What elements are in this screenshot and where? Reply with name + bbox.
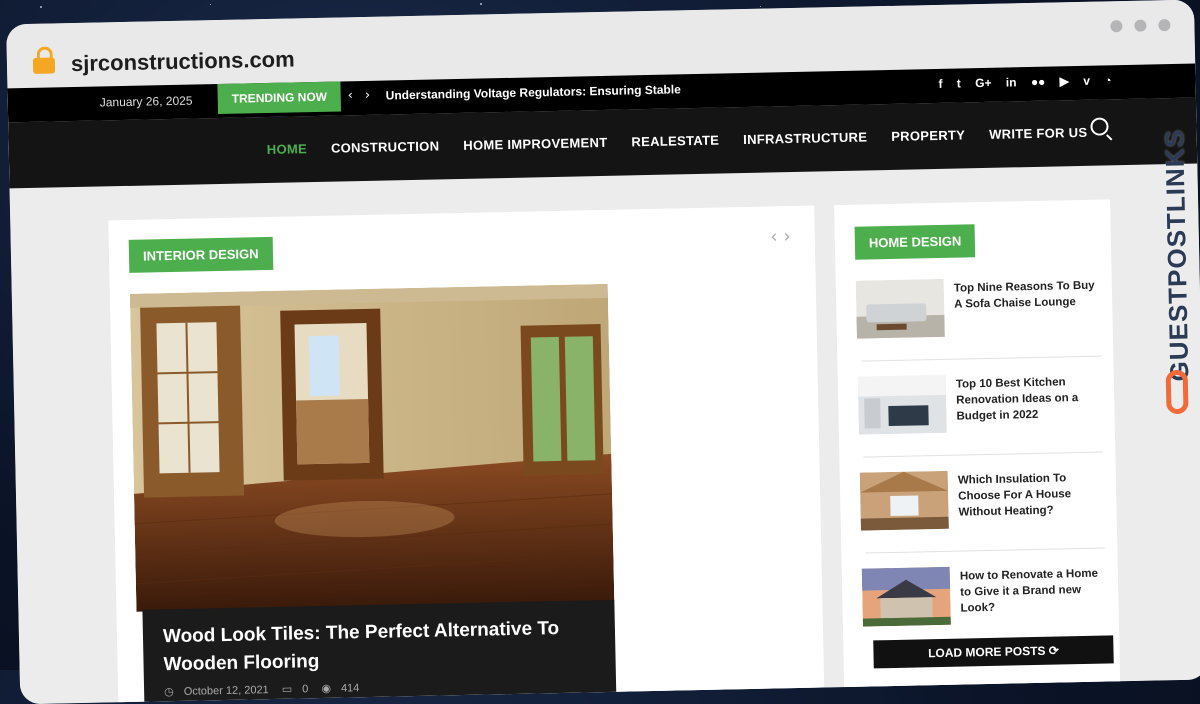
- flickr-icon[interactable]: ●●: [1031, 75, 1046, 89]
- chevron-right-icon[interactable]: ›: [365, 88, 383, 103]
- window-controls: [1098, 16, 1171, 37]
- nav-item-infrastructure[interactable]: INFRASTRUCTURE: [743, 129, 867, 147]
- nav-item-property[interactable]: PROPERTY: [891, 127, 965, 144]
- eye-icon: ◉: [321, 682, 332, 695]
- window-dot[interactable]: [1110, 20, 1123, 33]
- nav-item-construction[interactable]: CONSTRUCTION: [331, 138, 440, 155]
- watermark: GUESTPOSTLINKS: [1156, 122, 1196, 423]
- chevron-left-icon[interactable]: ‹: [348, 88, 366, 103]
- post-thumbnail[interactable]: [855, 278, 945, 339]
- post-title[interactable]: Which Insulation To Choose For A House W…: [958, 470, 1105, 521]
- comment-count: 0: [302, 683, 309, 696]
- current-date: January 26, 2025: [99, 93, 193, 110]
- trending-ticker[interactable]: Understanding Voltage Regulators: Ensuri…: [386, 82, 682, 102]
- list-item[interactable]: Top 10 Best Kitchen Renovation Ideas on …: [857, 372, 1103, 457]
- window-dot[interactable]: [1158, 19, 1171, 32]
- post-date: October 12, 2021: [183, 684, 269, 698]
- vimeo-icon[interactable]: v: [1083, 74, 1090, 88]
- featured-slider: INTERIOR DESIGN ‹› Wood Look Tiles: The …: [108, 205, 825, 704]
- youtube-icon[interactable]: ▶: [1060, 74, 1070, 88]
- nav-item-realestate[interactable]: REALESTATE: [631, 133, 719, 150]
- nav-item-write-for-us[interactable]: WRITE FOR US: [989, 125, 1088, 142]
- post-title[interactable]: Top Nine Reasons To Buy A Sofa Chaise Lo…: [954, 278, 1101, 313]
- list-item[interactable]: Which Insulation To Choose For A House W…: [859, 468, 1105, 553]
- trending-now-label: TRENDING NOW: [217, 81, 342, 115]
- chevron-left-icon[interactable]: ‹: [770, 226, 784, 247]
- post-meta: ◷ October 12, 2021 ▭ 0 ◉ 414: [164, 681, 369, 698]
- nav-items: HOME CONSTRUCTION HOME IMPROVEMENT REALESTA…: [267, 121, 1112, 158]
- twitter-icon[interactable]: t: [957, 76, 961, 90]
- slider-arrows[interactable]: ‹›: [770, 226, 797, 248]
- chevron-right-icon[interactable]: ›: [783, 226, 797, 247]
- link-logo-icon: [1165, 369, 1189, 415]
- url-text[interactable]: sjrconstructions.com: [71, 46, 295, 77]
- ticker-arrows[interactable]: ‹›: [348, 88, 383, 104]
- website: January 26, 2025 TRENDING NOW ‹› Underst…: [7, 63, 1200, 704]
- refresh-icon: ⟳: [1048, 643, 1059, 658]
- google-plus-icon[interactable]: G+: [975, 76, 992, 90]
- featured-title[interactable]: Wood Look Tiles: The Perfect Alternative…: [163, 614, 604, 679]
- view-count: 414: [340, 682, 360, 695]
- comment-icon: ▭: [281, 683, 293, 696]
- featured-image[interactable]: [129, 283, 615, 612]
- post-title[interactable]: How to Renovate a Home to Give it a Bran…: [960, 566, 1107, 617]
- widget-title[interactable]: HOME DESIGN: [854, 224, 976, 260]
- category-badge[interactable]: INTERIOR DESIGN: [128, 236, 273, 273]
- post-title[interactable]: Top 10 Best Kitchen Renovation Ideas on …: [956, 374, 1103, 425]
- facebook-icon[interactable]: f: [938, 77, 942, 91]
- sidebar-widget: HOME DESIGN Top Nine Reasons To Buy A So…: [834, 199, 1121, 704]
- featured-caption: Wood Look Tiles: The Perfect Alternative…: [142, 599, 617, 704]
- post-thumbnail[interactable]: [861, 566, 951, 627]
- nav-item-home[interactable]: HOME: [267, 141, 308, 157]
- list-item[interactable]: Top Nine Reasons To Buy A Sofa Chaise Lo…: [855, 276, 1101, 361]
- social-links: f t G+ in ●● ▶ v ◔: [927, 73, 1111, 91]
- window-dot[interactable]: [1134, 19, 1147, 32]
- browser-window: sjrconstructions.com January 26, 2025 TR…: [6, 0, 1200, 704]
- load-more-label: LOAD MORE POSTS: [927, 643, 1046, 661]
- linkedin-icon[interactable]: in: [1006, 75, 1017, 89]
- post-thumbnail[interactable]: [859, 470, 949, 531]
- post-thumbnail[interactable]: [857, 374, 947, 435]
- clock-icon: ◷: [164, 686, 174, 699]
- lock-icon: [32, 57, 56, 74]
- rss-icon[interactable]: ◔: [1104, 73, 1112, 87]
- nav-item-home-improvement[interactable]: HOME IMPROVEMENT: [463, 135, 607, 153]
- watermark-text: GUESTPOSTLINKS: [1159, 128, 1195, 382]
- load-more-button[interactable]: LOAD MORE POSTS ⟳: [873, 635, 1114, 669]
